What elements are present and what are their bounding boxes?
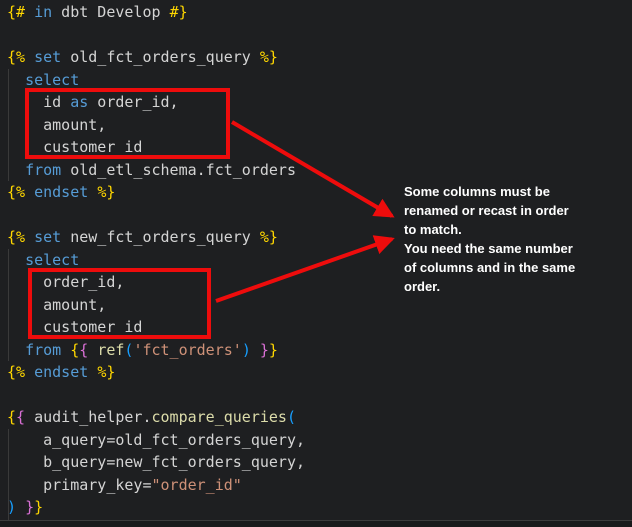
- code-token: [25, 228, 34, 246]
- code-token: [25, 183, 34, 201]
- code-token: {#: [7, 3, 25, 21]
- code-token: set: [34, 48, 61, 66]
- code-token: {%: [7, 228, 25, 246]
- code-line: {% endset %}: [7, 181, 305, 204]
- code-token: 'fct_orders': [133, 341, 241, 359]
- code-token: }: [25, 498, 34, 516]
- code-token: %}: [97, 183, 115, 201]
- code-token: %}: [97, 363, 115, 381]
- highlight-box-old-columns: [25, 88, 230, 159]
- code-token: {%: [7, 363, 25, 381]
- code-line: {% endset %}: [7, 361, 305, 384]
- code-line: a_query=old_fct_orders_query,: [7, 429, 305, 452]
- code-token: %}: [260, 228, 278, 246]
- code-token: dbt Develop: [52, 3, 169, 21]
- code-line: from old_etl_schema.fct_orders: [7, 159, 305, 182]
- code-token: (: [287, 408, 296, 426]
- code-line: [7, 204, 305, 227]
- code-line: {% set new_fct_orders_query %}: [7, 226, 305, 249]
- code-token: }: [34, 498, 43, 516]
- code-token: endset: [34, 183, 88, 201]
- code-token: [25, 48, 34, 66]
- code-token: {: [70, 341, 79, 359]
- code-token: primary_key=: [7, 476, 152, 494]
- code-token: select: [25, 71, 79, 89]
- code-token: select: [25, 251, 79, 269]
- code-area[interactable]: {# in dbt Develop #} {% set old_fct_order…: [7, 1, 305, 519]
- code-token: {%: [7, 48, 25, 66]
- code-line: primary_key="order_id": [7, 474, 305, 497]
- code-token: %}: [260, 48, 278, 66]
- code-line: [7, 24, 305, 47]
- code-token: [88, 363, 97, 381]
- code-token: [7, 71, 25, 89]
- code-token: a_query=old_fct_orders_query,: [7, 431, 305, 449]
- code-token: old_fct_orders_query: [61, 48, 260, 66]
- code-token: }: [260, 341, 269, 359]
- code-token: [7, 341, 25, 359]
- code-token: [251, 341, 260, 359]
- code-token: from: [25, 341, 61, 359]
- bottom-panel-edge: [0, 520, 632, 527]
- code-token: [7, 161, 25, 179]
- code-line: {% set old_fct_orders_query %}: [7, 46, 305, 69]
- code-token: audit_helper.: [25, 408, 151, 426]
- code-line: {{ audit_helper.compare_queries(: [7, 406, 305, 429]
- code-token: from: [25, 161, 61, 179]
- highlight-box-new-columns: [28, 268, 211, 339]
- code-token: set: [34, 228, 61, 246]
- code-token: old_etl_schema.fct_orders: [61, 161, 296, 179]
- code-token: [61, 341, 70, 359]
- code-token: in: [34, 3, 52, 21]
- code-token: [88, 341, 97, 359]
- code-line: b_query=new_fct_orders_query,: [7, 451, 305, 474]
- code-line: ) }}: [7, 496, 305, 519]
- code-token: "order_id": [152, 476, 242, 494]
- code-token: [25, 363, 34, 381]
- code-token: ref: [97, 341, 124, 359]
- code-token: [25, 3, 34, 21]
- code-token: #}: [170, 3, 188, 21]
- code-token: }: [269, 341, 278, 359]
- code-token: [7, 251, 25, 269]
- code-token: compare_queries: [152, 408, 287, 426]
- code-token: {%: [7, 183, 25, 201]
- code-token: {: [16, 408, 25, 426]
- code-token: {: [7, 408, 16, 426]
- code-token: ): [7, 498, 16, 516]
- code-token: b_query=new_fct_orders_query,: [7, 453, 305, 471]
- code-token: [16, 498, 25, 516]
- annotation-note: Some columns must be renamed or recast i…: [404, 182, 622, 296]
- code-line: from {{ ref('fct_orders') }}: [7, 339, 305, 362]
- code-token: ): [242, 341, 251, 359]
- code-line: {# in dbt Develop #}: [7, 1, 305, 24]
- code-token: [88, 183, 97, 201]
- code-editor-screenshot: {# in dbt Develop #} {% set old_fct_order…: [0, 0, 632, 527]
- code-token: {: [79, 341, 88, 359]
- code-line: [7, 384, 305, 407]
- code-token: new_fct_orders_query: [61, 228, 260, 246]
- code-token: endset: [34, 363, 88, 381]
